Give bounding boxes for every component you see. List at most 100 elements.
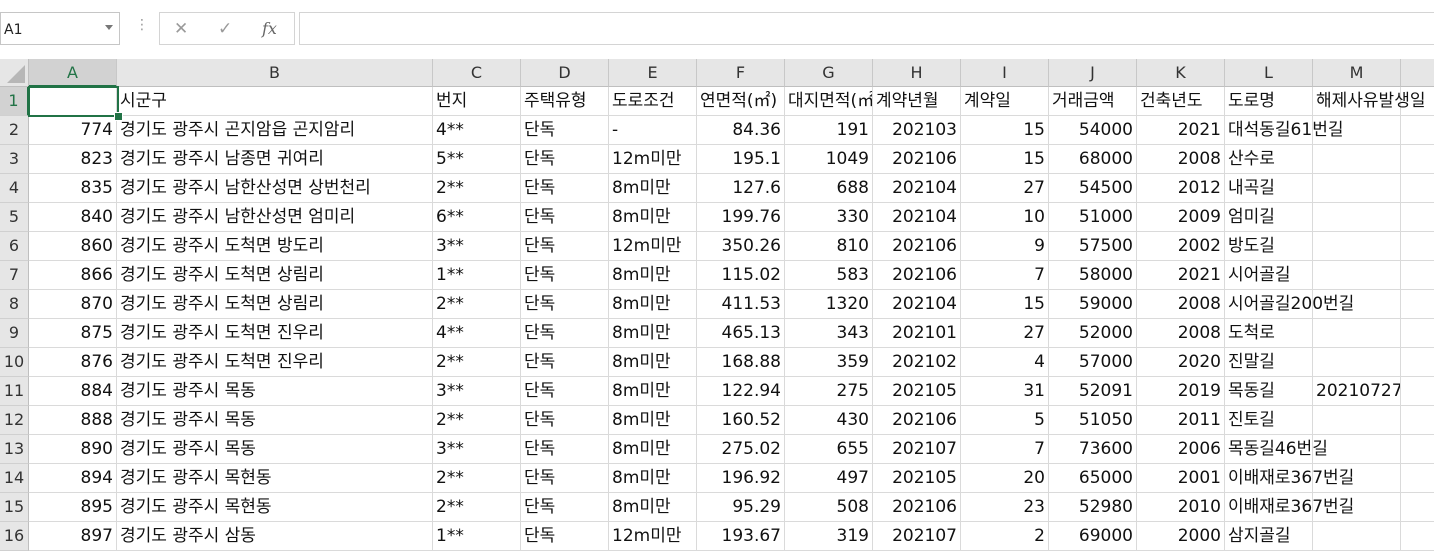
cell-b3[interactable]: 경기도 광주시 남종면 귀여리 <box>117 145 433 174</box>
cell-f5[interactable]: 199.76 <box>697 203 785 232</box>
cell-k2[interactable]: 2021 <box>1137 116 1225 145</box>
cell-d5[interactable]: 단독 <box>521 203 609 232</box>
cell-k12[interactable]: 2011 <box>1137 406 1225 435</box>
cell-e8[interactable]: 8m미만 <box>609 290 697 319</box>
column-header-j[interactable]: J <box>1049 59 1137 87</box>
row-header-12[interactable]: 12 <box>0 406 29 435</box>
cell-d1[interactable]: 주택유형 <box>521 87 609 116</box>
column-header-e[interactable]: E <box>609 59 697 87</box>
cell-b4[interactable]: 경기도 광주시 남한산성면 상번천리 <box>117 174 433 203</box>
column-header-n[interactable] <box>1401 59 1434 87</box>
column-header-d[interactable]: D <box>521 59 609 87</box>
cell-e10[interactable]: 8m미만 <box>609 348 697 377</box>
cell-a3[interactable]: 823 <box>29 145 117 174</box>
cell-n5[interactable] <box>1401 203 1434 232</box>
cell-j7[interactable]: 58000 <box>1049 261 1137 290</box>
cell-f13[interactable]: 275.02 <box>697 435 785 464</box>
cell-b9[interactable]: 경기도 광주시 도척면 진우리 <box>117 319 433 348</box>
cell-n2[interactable] <box>1401 116 1434 145</box>
cell-k3[interactable]: 2008 <box>1137 145 1225 174</box>
cell-m11[interactable]: 20210727 <box>1313 377 1401 406</box>
cell-h4[interactable]: 202104 <box>873 174 961 203</box>
cell-l15[interactable]: 이배재로367번길 <box>1225 493 1354 522</box>
cell-d6[interactable]: 단독 <box>521 232 609 261</box>
cell-b6[interactable]: 경기도 광주시 도척면 방도리 <box>117 232 433 261</box>
cell-k8[interactable]: 2008 <box>1137 290 1225 319</box>
cell-i10[interactable]: 4 <box>961 348 1049 377</box>
cell-a14[interactable]: 894 <box>29 464 117 493</box>
cell-l14[interactable]: 이배재로367번길 <box>1225 464 1354 493</box>
cell-n9[interactable] <box>1401 319 1434 348</box>
cell-l9[interactable]: 도척로 <box>1225 319 1313 348</box>
cell-f2[interactable]: 84.36 <box>697 116 785 145</box>
column-header-m[interactable]: M <box>1313 59 1401 87</box>
cell-h14[interactable]: 202105 <box>873 464 961 493</box>
cell-k13[interactable]: 2006 <box>1137 435 1225 464</box>
cell-f8[interactable]: 411.53 <box>697 290 785 319</box>
cell-d8[interactable]: 단독 <box>521 290 609 319</box>
row-header-14[interactable]: 14 <box>0 464 29 493</box>
cell-l4[interactable]: 내곡길 <box>1225 174 1313 203</box>
cell-i1[interactable]: 계약일 <box>961 87 1049 116</box>
cell-h8[interactable]: 202104 <box>873 290 961 319</box>
cell-j15[interactable]: 52980 <box>1049 493 1137 522</box>
cancel-icon[interactable]: ✕ <box>174 19 188 39</box>
cell-c2[interactable]: 4** <box>433 116 521 145</box>
row-header-6[interactable]: 6 <box>0 232 29 261</box>
cell-l8[interactable]: 시어골길200번길 <box>1225 290 1354 319</box>
cell-f3[interactable]: 195.1 <box>697 145 785 174</box>
cell-j4[interactable]: 54500 <box>1049 174 1137 203</box>
cell-h2[interactable]: 202103 <box>873 116 961 145</box>
row-header-8[interactable]: 8 <box>0 290 29 319</box>
cell-m2[interactable] <box>1313 116 1401 145</box>
cell-c13[interactable]: 3** <box>433 435 521 464</box>
cell-g6[interactable]: 810 <box>785 232 873 261</box>
cell-m14[interactable] <box>1313 464 1401 493</box>
cell-j5[interactable]: 51000 <box>1049 203 1137 232</box>
cell-g7[interactable]: 583 <box>785 261 873 290</box>
cell-n11[interactable] <box>1401 377 1434 406</box>
cell-l7[interactable]: 시어골길 <box>1225 261 1313 290</box>
column-header-g[interactable]: G <box>785 59 873 87</box>
cell-l10[interactable]: 진말길 <box>1225 348 1313 377</box>
cell-c10[interactable]: 2** <box>433 348 521 377</box>
more-options-icon[interactable]: ⋮ <box>135 18 149 32</box>
cell-c6[interactable]: 3** <box>433 232 521 261</box>
cell-f6[interactable]: 350.26 <box>697 232 785 261</box>
cell-i14[interactable]: 20 <box>961 464 1049 493</box>
cell-f1[interactable]: 연면적(㎡) <box>697 87 785 116</box>
cell-b8[interactable]: 경기도 광주시 도척면 상림리 <box>117 290 433 319</box>
cell-g1[interactable]: 대지면적(㎡) <box>785 87 873 116</box>
cell-i6[interactable]: 9 <box>961 232 1049 261</box>
cell-n12[interactable] <box>1401 406 1434 435</box>
cell-i2[interactable]: 15 <box>961 116 1049 145</box>
cell-h12[interactable]: 202106 <box>873 406 961 435</box>
cell-c3[interactable]: 5** <box>433 145 521 174</box>
cell-e14[interactable]: 8m미만 <box>609 464 697 493</box>
cell-n3[interactable] <box>1401 145 1434 174</box>
cell-c11[interactable]: 3** <box>433 377 521 406</box>
cell-c14[interactable]: 2** <box>433 464 521 493</box>
cell-j8[interactable]: 59000 <box>1049 290 1137 319</box>
formula-input[interactable] <box>299 12 1434 45</box>
cell-d14[interactable]: 단독 <box>521 464 609 493</box>
row-header-9[interactable]: 9 <box>0 319 29 348</box>
cell-f11[interactable]: 122.94 <box>697 377 785 406</box>
cell-l13[interactable]: 목동길46번길 <box>1225 435 1328 464</box>
cell-l11[interactable]: 목동길 <box>1225 377 1313 406</box>
cell-i9[interactable]: 27 <box>961 319 1049 348</box>
cell-e12[interactable]: 8m미만 <box>609 406 697 435</box>
row-header-5[interactable]: 5 <box>0 203 29 232</box>
cell-f14[interactable]: 196.92 <box>697 464 785 493</box>
cell-f7[interactable]: 115.02 <box>697 261 785 290</box>
cell-b11[interactable]: 경기도 광주시 목동 <box>117 377 433 406</box>
row-header-1[interactable]: 1 <box>0 87 29 116</box>
cell-a12[interactable]: 888 <box>29 406 117 435</box>
cell-n7[interactable] <box>1401 261 1434 290</box>
cell-j12[interactable]: 51050 <box>1049 406 1137 435</box>
cell-i13[interactable]: 7 <box>961 435 1049 464</box>
cell-d4[interactable]: 단독 <box>521 174 609 203</box>
cell-i8[interactable]: 15 <box>961 290 1049 319</box>
cell-j2[interactable]: 54000 <box>1049 116 1137 145</box>
cell-b1[interactable]: 시군구 <box>117 87 433 116</box>
